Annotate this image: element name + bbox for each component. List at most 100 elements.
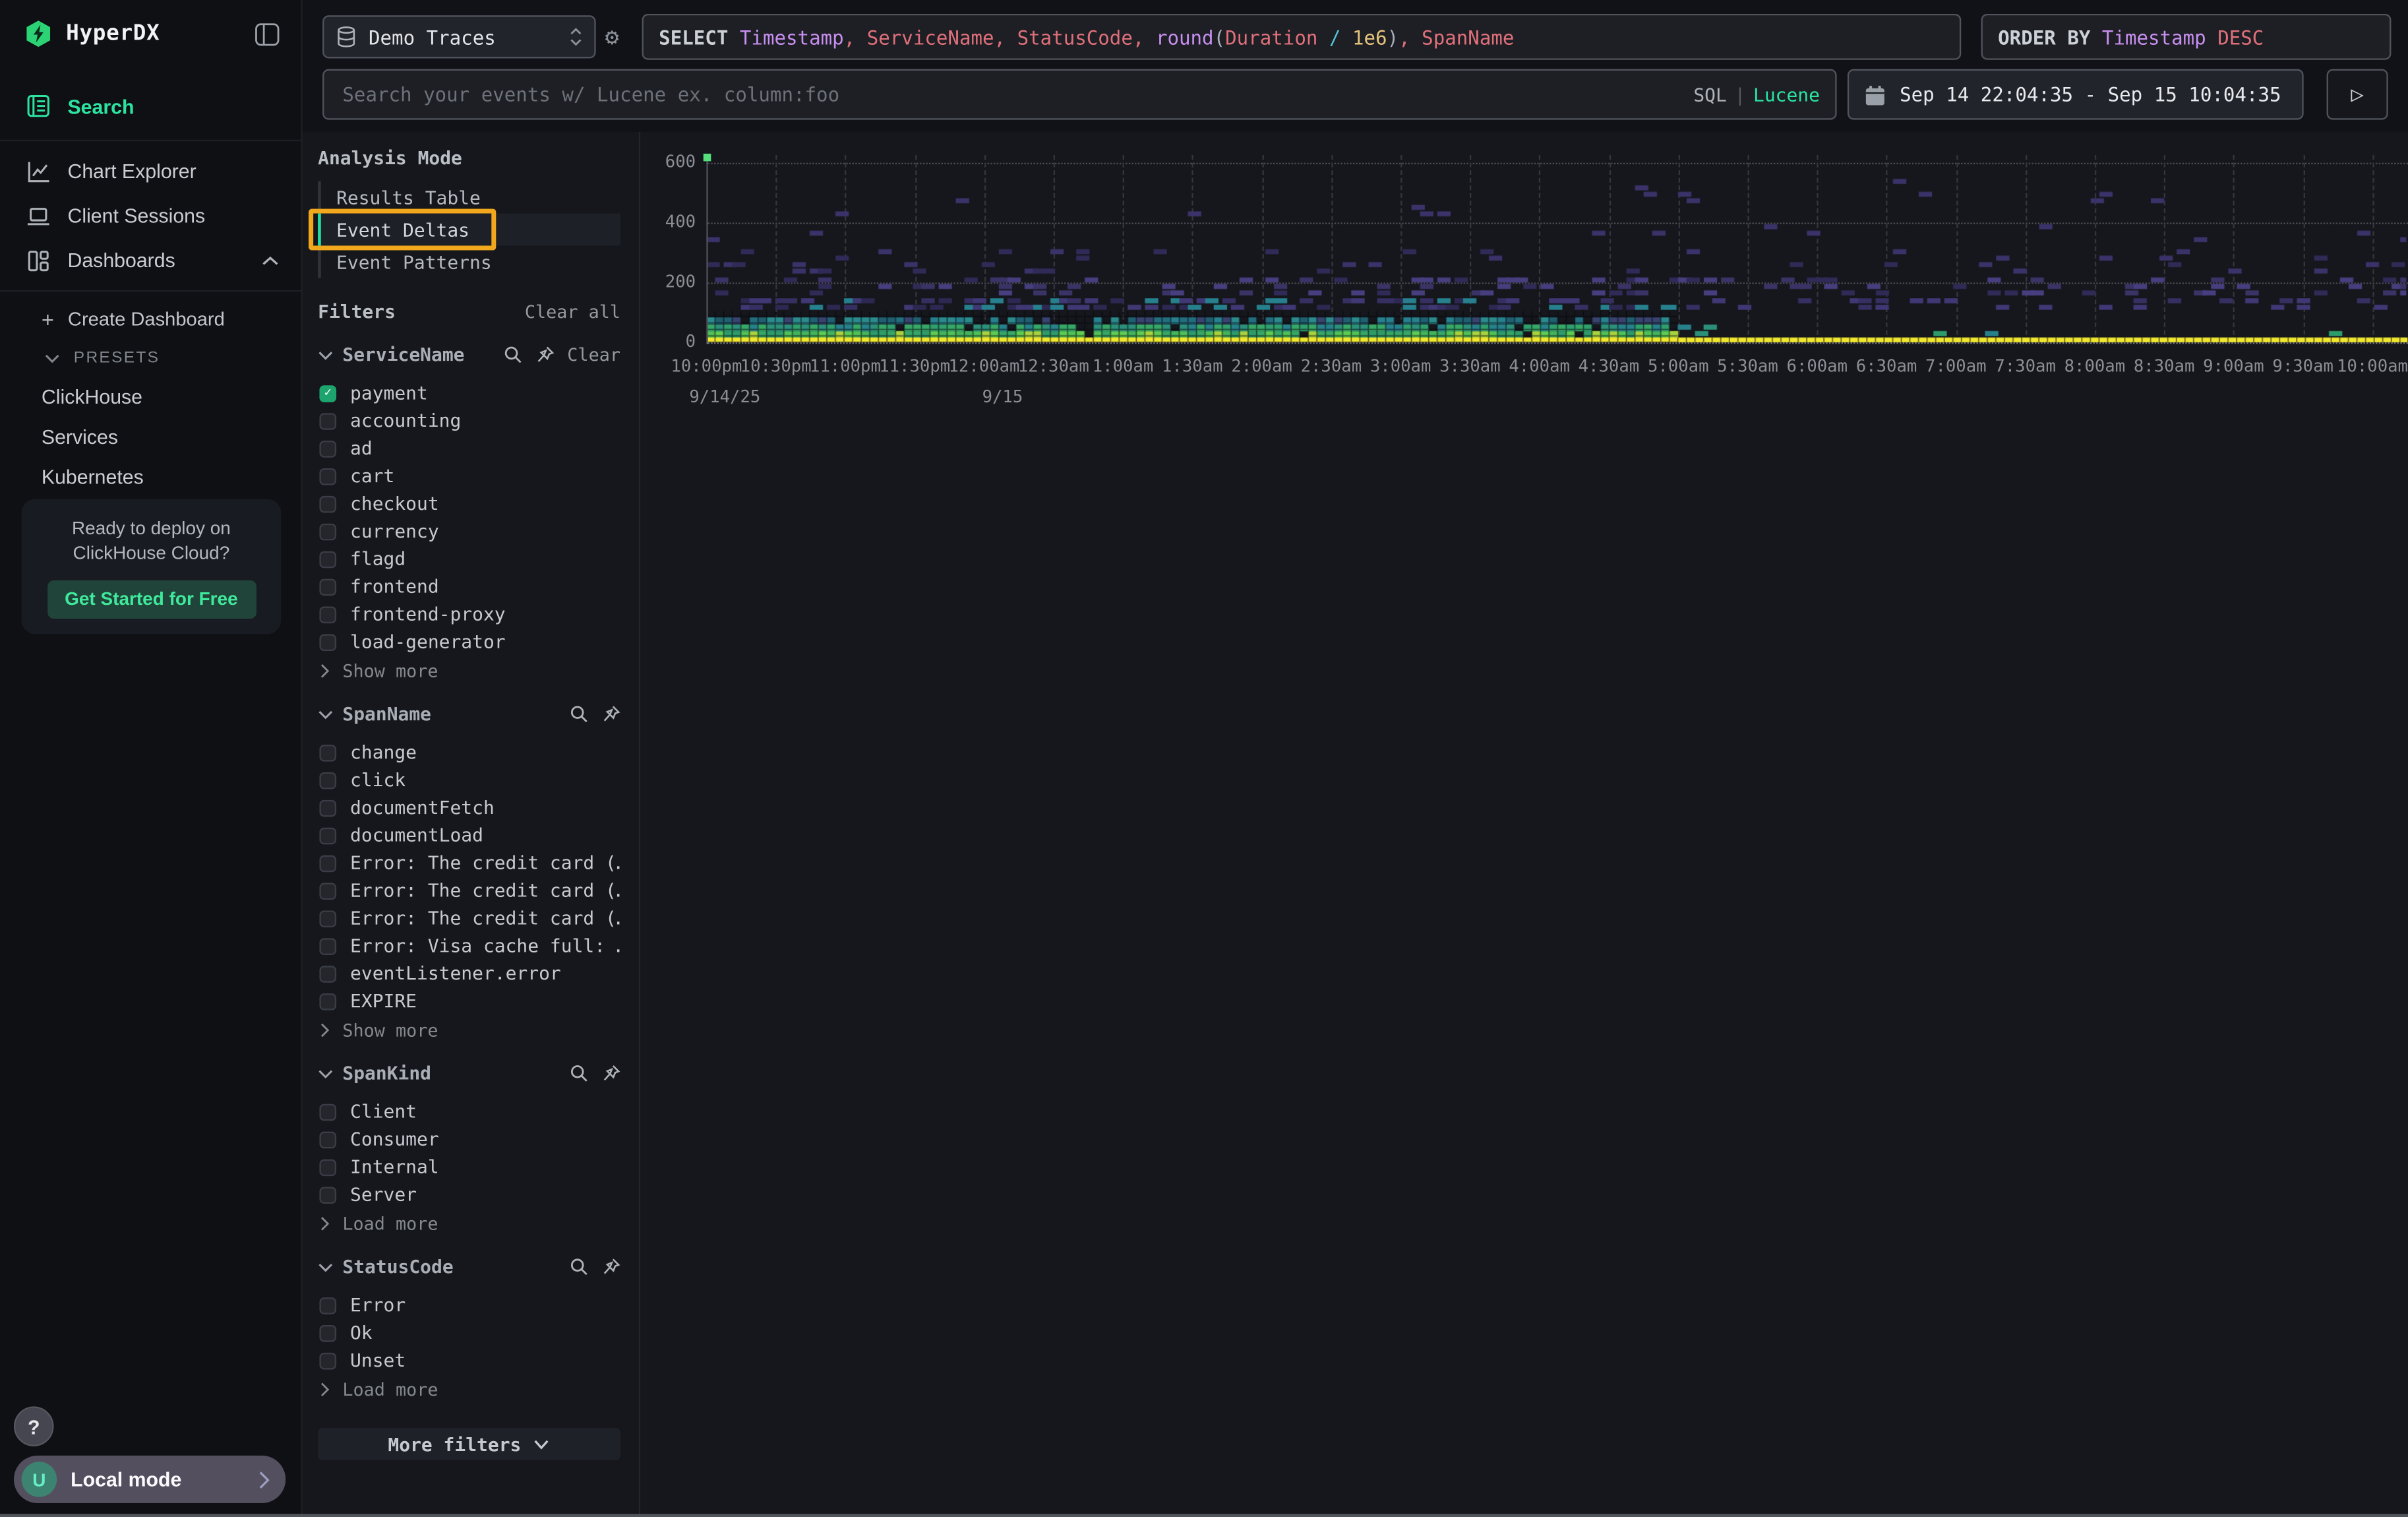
heatmap-canvas[interactable] xyxy=(706,155,2408,342)
analysis-mode-item[interactable]: Event Deltas xyxy=(318,214,620,246)
filter-item[interactable]: cart xyxy=(318,462,620,490)
checkbox[interactable] xyxy=(319,993,336,1010)
checkbox[interactable] xyxy=(319,937,336,954)
filter-item[interactable]: Error: Visa cache full: … xyxy=(318,932,620,960)
filter-item[interactable]: Internal xyxy=(318,1153,620,1181)
checkbox[interactable] xyxy=(319,882,336,899)
collapse-sidebar-icon[interactable] xyxy=(255,22,280,46)
chevron-down-icon[interactable] xyxy=(318,708,333,719)
checkbox[interactable] xyxy=(319,1158,336,1175)
filter-item[interactable]: click xyxy=(318,766,620,794)
filter-item[interactable]: frontend xyxy=(318,573,620,600)
sidebar-item-dashboards[interactable]: Dashboards xyxy=(0,238,301,283)
checkbox[interactable] xyxy=(319,1103,336,1121)
filter-item[interactable]: Error: The credit card (… xyxy=(318,849,620,877)
sidebar-item-clickhouse[interactable]: ClickHouse xyxy=(0,376,301,416)
checkbox[interactable] xyxy=(319,468,336,485)
checkbox[interactable] xyxy=(319,799,336,817)
run-query-button[interactable]: ▷ xyxy=(2327,69,2388,120)
filter-item[interactable]: currency xyxy=(318,518,620,545)
search-icon[interactable] xyxy=(570,1064,588,1082)
pin-icon[interactable] xyxy=(602,1064,620,1082)
filter-item[interactable]: checkout xyxy=(318,490,620,518)
filter-item[interactable]: change xyxy=(318,739,620,766)
sql-select-editor[interactable]: SELECT Timestamp, ServiceName, StatusCod… xyxy=(642,14,1962,60)
analysis-mode-item[interactable]: Results Table xyxy=(318,181,620,214)
filter-item[interactable]: Consumer xyxy=(318,1125,620,1153)
local-mode-button[interactable]: U Local mode xyxy=(14,1456,286,1503)
filter-item[interactable]: eventListener.error xyxy=(318,960,620,987)
checkbox[interactable] xyxy=(319,1297,336,1314)
filter-item[interactable]: documentFetch xyxy=(318,794,620,822)
analysis-mode-item[interactable]: Event Patterns xyxy=(318,245,620,278)
checkbox[interactable]: ✓ xyxy=(319,385,336,402)
filter-item[interactable]: ad xyxy=(318,435,620,462)
search-icon[interactable] xyxy=(504,346,523,364)
sidebar-item-search[interactable]: Search xyxy=(0,80,301,132)
filter-section-title[interactable]: SpanName xyxy=(342,703,556,725)
date-range-picker[interactable]: Sep 14 22:04:35 - Sep 15 10:04:35 xyxy=(1848,69,2304,120)
checkbox[interactable] xyxy=(319,910,336,927)
filter-item[interactable]: documentLoad xyxy=(318,821,620,849)
sidebar-item-client-sessions[interactable]: Client Sessions xyxy=(0,193,301,238)
filter-item[interactable]: Client xyxy=(318,1098,620,1125)
sql-mode-toggle[interactable]: SQL xyxy=(1693,84,1727,106)
checkbox[interactable] xyxy=(319,965,336,982)
get-started-button[interactable]: Get Started for Free xyxy=(47,580,256,618)
gear-icon[interactable]: ⚙ xyxy=(605,20,619,53)
clear-all-link[interactable]: Clear all xyxy=(525,301,620,323)
checkbox[interactable] xyxy=(319,744,336,761)
order-by-editor[interactable]: ORDER BY Timestamp DESC xyxy=(1981,14,2392,60)
show-more-link[interactable]: Show more xyxy=(318,659,620,683)
bottom-scrollbar[interactable] xyxy=(0,1514,2408,1517)
checkbox[interactable] xyxy=(319,523,336,540)
pin-icon[interactable] xyxy=(602,1258,620,1276)
checkbox[interactable] xyxy=(319,1130,336,1148)
pin-icon[interactable] xyxy=(602,705,620,724)
filter-item[interactable]: frontend-proxy xyxy=(318,600,620,628)
filter-item[interactable]: accounting xyxy=(318,407,620,435)
clear-filter-link[interactable]: Clear xyxy=(567,344,620,365)
filter-item[interactable]: EXPIRE xyxy=(318,987,620,1015)
filter-section-title[interactable]: StatusCode xyxy=(342,1256,556,1278)
sidebar-item-chart-explorer[interactable]: Chart Explorer xyxy=(0,149,301,194)
chevron-down-icon[interactable] xyxy=(318,1068,333,1078)
filter-section-title[interactable]: ServiceName xyxy=(342,344,490,365)
search-bar[interactable]: SQL | Lucene xyxy=(322,69,1836,120)
search-icon[interactable] xyxy=(570,1258,588,1276)
source-select[interactable]: Demo Traces xyxy=(322,15,596,58)
filter-item[interactable]: Error: The credit card (… xyxy=(318,877,620,904)
checkbox[interactable] xyxy=(319,495,336,512)
search-input[interactable] xyxy=(340,81,1694,108)
checkbox[interactable] xyxy=(319,551,336,568)
help-button[interactable]: ? xyxy=(14,1406,54,1446)
checkbox[interactable] xyxy=(319,772,336,789)
sidebar-item-kubernetes[interactable]: Kubernetes xyxy=(0,456,301,496)
chevron-up-icon[interactable] xyxy=(261,254,280,266)
filter-section-title[interactable]: SpanKind xyxy=(342,1063,556,1084)
filter-item[interactable]: ✓ payment xyxy=(318,379,620,407)
presets-toggle[interactable]: PRESETS xyxy=(0,339,301,376)
filter-item[interactable]: load-generator xyxy=(318,628,620,656)
checkbox[interactable] xyxy=(319,578,336,595)
checkbox[interactable] xyxy=(319,412,336,429)
checkbox[interactable] xyxy=(319,440,336,457)
filter-item[interactable]: Error: The credit card (… xyxy=(318,904,620,932)
filter-item[interactable]: Unset xyxy=(318,1347,620,1375)
filter-item[interactable]: Ok xyxy=(318,1319,620,1347)
checkbox[interactable] xyxy=(319,1324,336,1342)
more-filters-button[interactable]: More filters xyxy=(318,1428,620,1460)
checkbox[interactable] xyxy=(319,827,336,844)
checkbox[interactable] xyxy=(319,854,336,871)
checkbox[interactable] xyxy=(319,1352,336,1369)
checkbox[interactable] xyxy=(319,633,336,650)
pin-icon[interactable] xyxy=(537,346,555,364)
checkbox[interactable] xyxy=(319,605,336,623)
filter-item[interactable]: flagd xyxy=(318,545,620,573)
search-icon[interactable] xyxy=(570,705,588,724)
filter-item[interactable]: Error xyxy=(318,1291,620,1319)
show-more-link[interactable]: Show more xyxy=(318,1018,620,1042)
filter-item[interactable]: Server xyxy=(318,1181,620,1208)
create-dashboard-button[interactable]: + Create Dashboard xyxy=(0,299,301,340)
checkbox[interactable] xyxy=(319,1186,336,1203)
